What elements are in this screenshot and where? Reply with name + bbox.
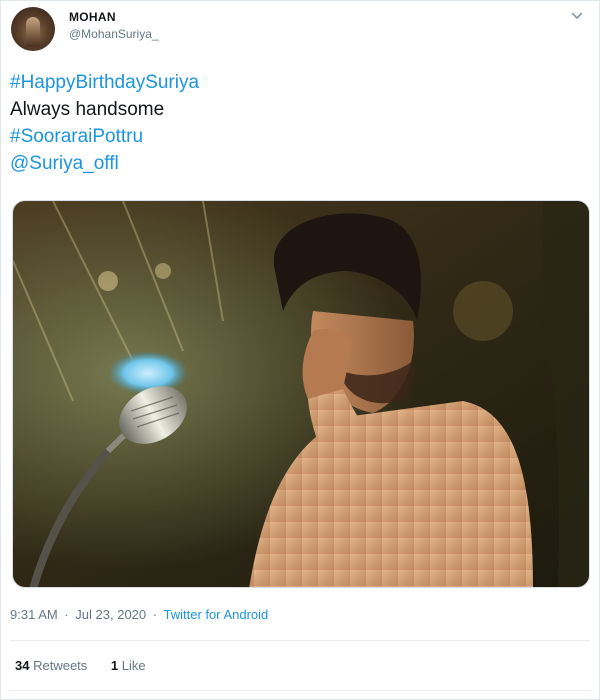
tweet-meta: 9:31 AM · Jul 23, 2020 · Twitter for And… (10, 605, 268, 625)
meta-separator: · (152, 607, 158, 622)
tweet-source-link[interactable]: Twitter for Android (164, 607, 269, 622)
hashtag-sooraraipottru[interactable]: #SooraraiPottru (10, 123, 199, 150)
retweets-label: Retweets (33, 658, 88, 673)
likes-count: 1 (110, 658, 119, 673)
tweet-time[interactable]: 9:31 AM (10, 607, 58, 622)
author-handle[interactable]: @MohanSuriya_ (69, 26, 159, 42)
tweet-text: #HappyBirthdaySuriya Always handsome #So… (10, 69, 199, 177)
divider (10, 640, 590, 641)
avatar-figure (26, 17, 40, 47)
tweet-header: MOHAN @MohanSuriya_ (9, 4, 591, 54)
author-display-name[interactable]: MOHAN (69, 10, 159, 24)
chevron-down-icon[interactable] (569, 8, 585, 24)
tweet-card: MOHAN @MohanSuriya_ #HappyBirthdaySuriya… (0, 0, 600, 700)
tweet-text-line: Always handsome (10, 99, 165, 120)
avatar[interactable] (11, 7, 55, 51)
meta-separator: · (64, 607, 69, 622)
mention-suriya-offl[interactable]: @Suriya_offl (10, 150, 199, 177)
tweet-stats: 34 Retweets 1 Like (15, 656, 166, 676)
retweets-stat[interactable]: 34 Retweets (15, 658, 87, 673)
divider (10, 690, 590, 691)
photo-image (13, 201, 589, 587)
hashtag-happybirthdaysuriya[interactable]: #HappyBirthdaySuriya (10, 69, 199, 96)
author-block[interactable]: MOHAN @MohanSuriya_ (69, 10, 159, 42)
likes-stat[interactable]: 1 Like (111, 658, 146, 673)
retweets-count: 34 (15, 658, 30, 673)
tweet-date[interactable]: Jul 23, 2020 (75, 607, 146, 622)
tweet-photo[interactable] (12, 200, 590, 588)
likes-label: Like (121, 658, 146, 673)
